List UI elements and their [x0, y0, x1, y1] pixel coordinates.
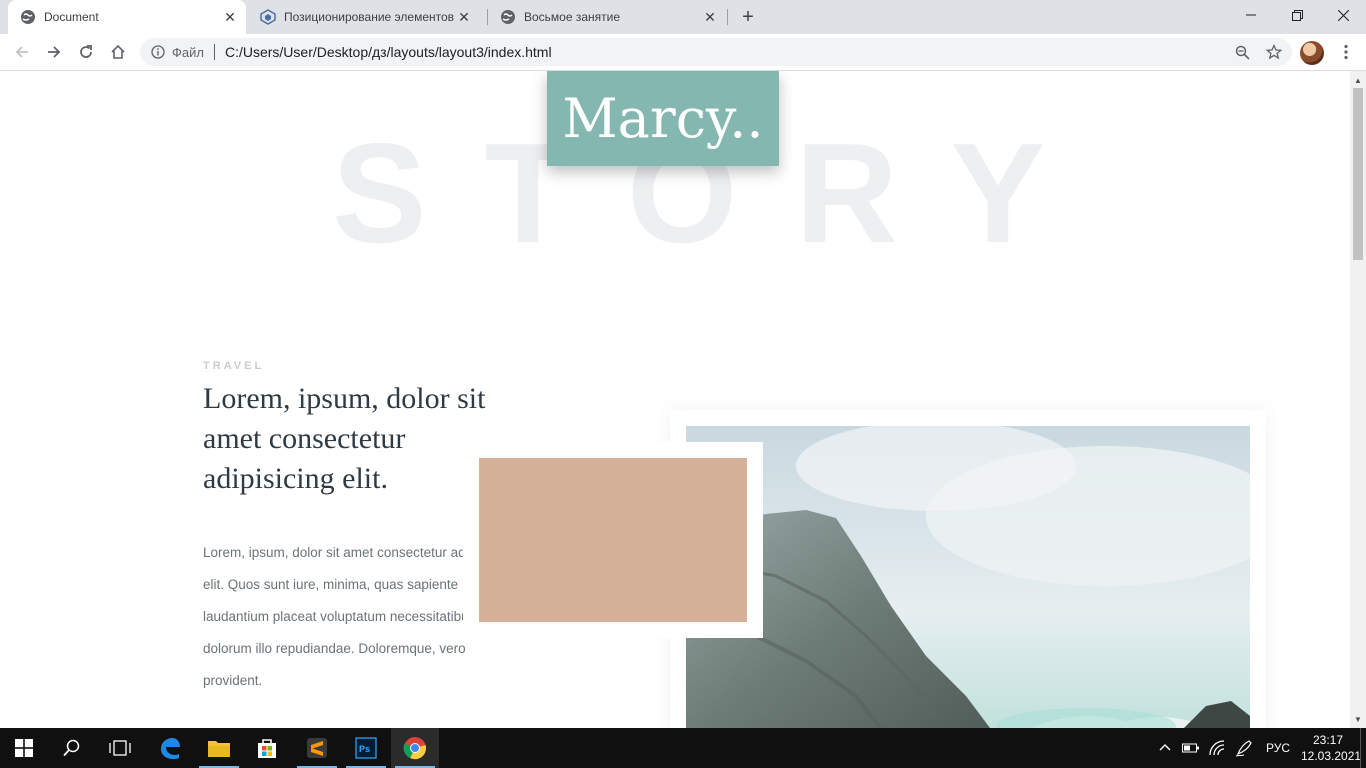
tab-title: Document — [44, 10, 99, 24]
scheme-label: Файл — [172, 44, 204, 60]
tab-title: Восьмое занятие — [524, 10, 621, 24]
more-vertical-icon — [1344, 44, 1348, 60]
chrome-app[interactable] — [391, 728, 439, 768]
new-tab-button[interactable]: + — [736, 5, 760, 29]
store-icon — [258, 739, 276, 758]
windows-logo-icon — [15, 739, 33, 757]
tab-document[interactable]: Document ✕ — [8, 0, 246, 34]
page-viewport: STORY Marcy.. TRAVEL Lorem, ipsum, dolor… — [0, 71, 1350, 728]
tab-eighth-lesson[interactable]: Восьмое занятие ✕ — [488, 0, 726, 34]
task-view-icon — [109, 740, 131, 756]
start-button[interactable] — [0, 728, 48, 768]
pen-workspace-icon[interactable] — [1235, 739, 1253, 762]
forward-button[interactable] — [40, 38, 68, 66]
info-icon[interactable] — [150, 44, 166, 60]
windows-taskbar: Ps РУС 23:17 12.03.2021 — [0, 728, 1366, 768]
wifi-icon[interactable] — [1208, 740, 1226, 761]
browser-toolbar: Файл C:/Users/User/Desktop/дз/layouts/la… — [0, 34, 1366, 71]
sublime-text-app[interactable] — [293, 728, 341, 768]
photoshop-app[interactable]: Ps — [342, 728, 390, 768]
section-kicker: TRAVEL — [203, 360, 265, 372]
close-tab-icon[interactable]: ✕ — [456, 9, 472, 25]
input-language[interactable]: РУС — [1266, 741, 1290, 755]
site-logo[interactable]: Marcy.. — [547, 71, 779, 166]
close-tab-icon[interactable]: ✕ — [222, 9, 238, 25]
task-view-button[interactable] — [96, 728, 144, 768]
restore-button[interactable] — [1274, 0, 1320, 30]
show-desktop-button[interactable] — [1360, 728, 1366, 768]
store-app[interactable] — [243, 728, 291, 768]
edge-app[interactable] — [146, 728, 194, 768]
color-swatch — [479, 458, 747, 622]
tab-strip: Document ✕ Позиционирование элементов ✕ … — [0, 0, 1366, 34]
file-explorer-app[interactable] — [195, 728, 243, 768]
folder-icon — [208, 741, 230, 757]
svg-text:Ps: Ps — [359, 744, 370, 754]
photoshop-icon: Ps — [355, 737, 377, 759]
scroll-up-arrow-icon[interactable]: ▲ — [1350, 73, 1366, 87]
reload-button[interactable] — [72, 38, 100, 66]
arrow-left-icon — [15, 46, 28, 58]
tab-divider — [727, 9, 728, 25]
clock-time[interactable]: 23:17 — [1313, 733, 1343, 747]
clock-date[interactable]: 12.03.2021 — [1301, 749, 1361, 763]
sublime-text-icon — [307, 738, 327, 758]
url-text[interactable]: C:/Users/User/Desktop/дз/layouts/layout3… — [225, 44, 552, 60]
globe-icon — [500, 9, 516, 25]
tab-title: Позиционирование элементов — [284, 10, 455, 24]
chrome-icon — [403, 737, 426, 760]
battery-icon[interactable] — [1182, 741, 1200, 759]
show-hidden-icons-chevron-up-icon[interactable] — [1158, 740, 1172, 759]
close-tab-icon[interactable]: ✕ — [702, 9, 718, 25]
profile-avatar[interactable] — [1300, 41, 1324, 65]
home-icon — [111, 44, 125, 59]
address-divider — [213, 44, 215, 60]
globe-icon — [20, 9, 36, 25]
home-button[interactable] — [104, 38, 132, 66]
address-bar[interactable]: Файл C:/Users/User/Desktop/дз/layouts/la… — [140, 38, 1292, 66]
edge-icon — [161, 738, 180, 759]
minimize-button[interactable] — [1228, 0, 1274, 30]
arrow-right-icon — [48, 46, 61, 58]
page-scrollbar[interactable]: ▲ ▼ — [1350, 71, 1366, 728]
back-button[interactable] — [8, 38, 36, 66]
search-button[interactable] — [48, 728, 96, 768]
scrollbar-thumb[interactable] — [1353, 88, 1363, 260]
scroll-down-arrow-icon[interactable]: ▼ — [1350, 712, 1366, 726]
reload-icon — [80, 45, 92, 58]
zoom-icon[interactable] — [1228, 45, 1256, 60]
webpack-icon — [260, 9, 276, 25]
close-window-button[interactable] — [1320, 0, 1366, 30]
mountain-photo — [686, 426, 1250, 728]
bookmark-star-icon[interactable] — [1256, 44, 1292, 60]
search-icon — [63, 739, 80, 757]
menu-button[interactable] — [1332, 38, 1360, 66]
tab-positioning[interactable]: Позиционирование элементов ✕ — [248, 0, 486, 34]
